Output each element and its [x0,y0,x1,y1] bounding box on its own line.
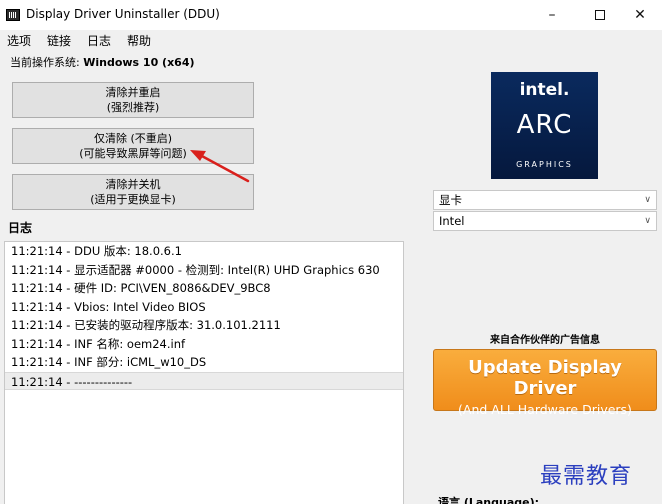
logo-brand: intel. [519,80,570,100]
watermark-text: 最需教育 [540,464,633,489]
log-row-selected[interactable]: 11:21:14 - -------------- [5,371,403,390]
log-row[interactable]: 11:21:14 - 显示适配器 #0000 - 检测到: Intel(R) U… [5,261,403,280]
log-list[interactable]: 11:21:14 - DDU 版本: 18.0.6.1 11:21:14 - 显… [4,241,404,504]
device-type-value: 显卡 [439,193,462,207]
log-row[interactable]: 11:21:14 - INF 名称: oem24.inf [5,335,403,354]
intel-arc-logo: intel. ARC GRAPHICS [491,72,598,179]
log-heading: 日志 [8,221,33,235]
log-row[interactable]: 11:21:14 - INF 部分: iCML_w10_DS [5,353,403,372]
logo-sub: GRAPHICS [516,160,573,169]
log-row[interactable]: 11:21:14 - 硬件 ID: PCI\VEN_8086&DEV_9BC8 [5,279,403,298]
language-label: 语言 (Language): [438,496,540,504]
update-driver-ad-button[interactable]: Update Display Driver (And ALL Hardware … [433,349,657,417]
vendor-value: Intel [439,214,465,228]
ad-title: Update Display Driver [468,357,622,399]
ad-caption: 来自合作伙伴的广告信息 [490,335,600,346]
device-type-select[interactable]: 显卡 ∨ [433,190,657,210]
chevron-down-icon: ∨ [644,216,651,226]
log-row[interactable]: 11:21:14 - 已安装的驱动程序版本: 31.0.101.2111 [5,316,403,335]
vendor-select[interactable]: Intel ∨ [433,211,657,231]
log-row[interactable]: 11:21:14 - Vbios: Intel Video BIOS [5,298,403,317]
chevron-down-icon: ∨ [644,195,651,205]
ad-subtitle: (And ALL Hardware Drivers) [458,402,632,417]
logo-product: ARC [516,110,573,140]
log-row[interactable]: 11:21:14 - DDU 版本: 18.0.6.1 [5,242,403,261]
